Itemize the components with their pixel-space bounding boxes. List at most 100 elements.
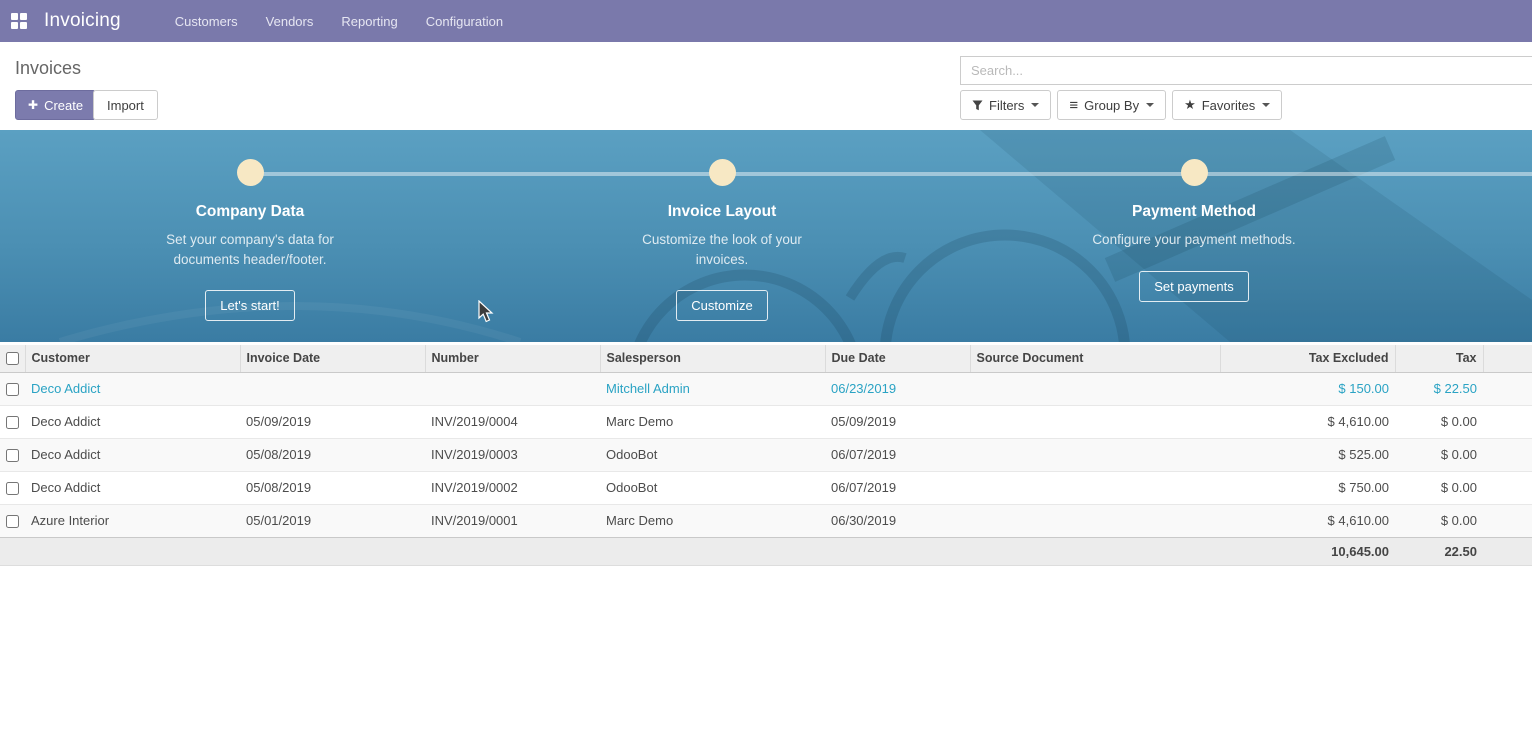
table-row[interactable]: Azure Interior05/01/2019INV/2019/0001Mar… (0, 504, 1532, 537)
cell-number: INV/2019/0003 (425, 438, 600, 471)
row-checkbox[interactable] (6, 383, 19, 396)
invoice-table: Customer Invoice Date Number Salesperson… (0, 345, 1532, 566)
table-row[interactable]: Deco Addict05/08/2019INV/2019/0003OdooBo… (0, 438, 1532, 471)
total-tax: 22.50 (1395, 537, 1483, 565)
select-all-checkbox[interactable] (6, 352, 19, 365)
lets-start-button[interactable]: Let's start! (205, 290, 295, 321)
onboarding-step-payment-method: Payment Method Configure your payment me… (1034, 159, 1354, 302)
step-title: Invoice Layout (668, 203, 777, 221)
column-header-salesperson[interactable]: Salesperson (600, 345, 825, 372)
column-header-tax[interactable]: Tax (1395, 345, 1483, 372)
row-checkbox[interactable] (6, 482, 19, 495)
search-input[interactable] (961, 57, 1532, 84)
step-dot-icon (237, 159, 264, 186)
step-description: Set your company's data for documents he… (143, 230, 358, 269)
chevron-down-icon (1146, 103, 1154, 107)
cell-due-date: 06/23/2019 (825, 372, 970, 405)
group-by-button[interactable]: ≡ Group By (1057, 90, 1166, 120)
cell-due-date: 06/07/2019 (825, 438, 970, 471)
column-header-spacer (1483, 345, 1532, 372)
column-header-invoice-date[interactable]: Invoice Date (240, 345, 425, 372)
cell-due-date: 06/07/2019 (825, 471, 970, 504)
cell-tax-excluded: $ 4,610.00 (1220, 405, 1395, 438)
table-row[interactable]: Deco Addict05/09/2019INV/2019/0004Marc D… (0, 405, 1532, 438)
step-description: Customize the look of your invoices. (615, 230, 830, 269)
step-title: Company Data (196, 203, 305, 221)
cell-tax-excluded: $ 750.00 (1220, 471, 1395, 504)
control-panel: Invoices ✚ Create Import Filters ≡ Group… (0, 42, 1532, 130)
nav-menu-item-configuration[interactable]: Configuration (412, 0, 517, 42)
cell-customer: Deco Addict (25, 471, 240, 504)
plus-icon: ✚ (28, 98, 38, 112)
column-header-due-date[interactable]: Due Date (825, 345, 970, 372)
total-tax-excluded: 10,645.00 (1220, 537, 1395, 565)
cell-invoice-date: 05/08/2019 (240, 438, 425, 471)
cell-number: INV/2019/0004 (425, 405, 600, 438)
cell-tax-excluded: $ 150.00 (1220, 372, 1395, 405)
cell-source-document (970, 372, 1220, 405)
cell-invoice-date: 05/08/2019 (240, 471, 425, 504)
page-title: Invoices (15, 58, 81, 79)
cell-source-document (970, 438, 1220, 471)
row-checkbox[interactable] (6, 515, 19, 528)
cell-due-date: 06/30/2019 (825, 504, 970, 537)
cell-salesperson: Marc Demo (600, 405, 825, 438)
cell-source-document (970, 405, 1220, 438)
cell-source-document (970, 504, 1220, 537)
column-header-number[interactable]: Number (425, 345, 600, 372)
cell-invoice-date: 05/01/2019 (240, 504, 425, 537)
import-button[interactable]: Import (93, 90, 158, 120)
favorites-button[interactable]: ★ Favorites (1172, 90, 1282, 120)
cell-number: INV/2019/0002 (425, 471, 600, 504)
step-dot-icon (1181, 159, 1208, 186)
customize-button[interactable]: Customize (676, 290, 767, 321)
cell-tax: $ 0.00 (1395, 438, 1483, 471)
table-header-row: Customer Invoice Date Number Salesperson… (0, 345, 1532, 372)
filters-button[interactable]: Filters (960, 90, 1051, 120)
table-row[interactable]: Deco AddictMitchell Admin06/23/2019$ 150… (0, 372, 1532, 405)
app-brand-title[interactable]: Invoicing (44, 10, 121, 32)
nav-menu-item-vendors[interactable]: Vendors (252, 0, 328, 42)
filter-funnel-icon (972, 100, 983, 111)
cell-tax-excluded: $ 525.00 (1220, 438, 1395, 471)
column-header-tax-excluded[interactable]: Tax Excluded (1220, 345, 1395, 372)
step-description: Configure your payment methods. (1092, 230, 1295, 250)
chevron-down-icon (1262, 103, 1270, 107)
onboarding-step-invoice-layout: Invoice Layout Customize the look of you… (562, 159, 882, 321)
onboarding-banner: Company Data Set your company's data for… (0, 130, 1532, 342)
nav-menu-item-customers[interactable]: Customers (161, 0, 252, 42)
column-header-customer[interactable]: Customer (25, 345, 240, 372)
totals-row: 10,645.00 22.50 (0, 537, 1532, 565)
apps-menu-icon[interactable] (0, 0, 38, 42)
cell-source-document (970, 471, 1220, 504)
group-by-lines-icon: ≡ (1069, 97, 1078, 114)
cell-tax: $ 0.00 (1395, 471, 1483, 504)
create-button[interactable]: ✚ Create (15, 90, 96, 120)
top-navbar: Invoicing CustomersVendorsReportingConfi… (0, 0, 1532, 42)
column-header-source-document[interactable]: Source Document (970, 345, 1220, 372)
cell-salesperson: OdooBot (600, 438, 825, 471)
invoice-list-view: Customer Invoice Date Number Salesperson… (0, 345, 1532, 566)
cell-customer: Deco Addict (25, 438, 240, 471)
cell-tax: $ 0.00 (1395, 504, 1483, 537)
star-icon: ★ (1184, 97, 1196, 113)
filter-bar: Filters ≡ Group By ★ Favorites (960, 90, 1288, 120)
cell-spacer (1483, 438, 1532, 471)
table-row[interactable]: Deco Addict05/08/2019INV/2019/0002OdooBo… (0, 471, 1532, 504)
cell-spacer (1483, 504, 1532, 537)
cell-invoice-date (240, 372, 425, 405)
mouse-cursor (478, 300, 496, 324)
cell-invoice-date: 05/09/2019 (240, 405, 425, 438)
cell-salesperson: Marc Demo (600, 504, 825, 537)
cell-spacer (1483, 471, 1532, 504)
set-payments-button[interactable]: Set payments (1139, 271, 1249, 302)
row-checkbox[interactable] (6, 416, 19, 429)
cell-due-date: 05/09/2019 (825, 405, 970, 438)
row-checkbox[interactable] (6, 449, 19, 462)
step-dot-icon (709, 159, 736, 186)
onboarding-step-company-data: Company Data Set your company's data for… (90, 159, 410, 321)
nav-menu-item-reporting[interactable]: Reporting (327, 0, 411, 42)
cell-number (425, 372, 600, 405)
cell-customer: Deco Addict (25, 372, 240, 405)
cell-spacer (1483, 372, 1532, 405)
